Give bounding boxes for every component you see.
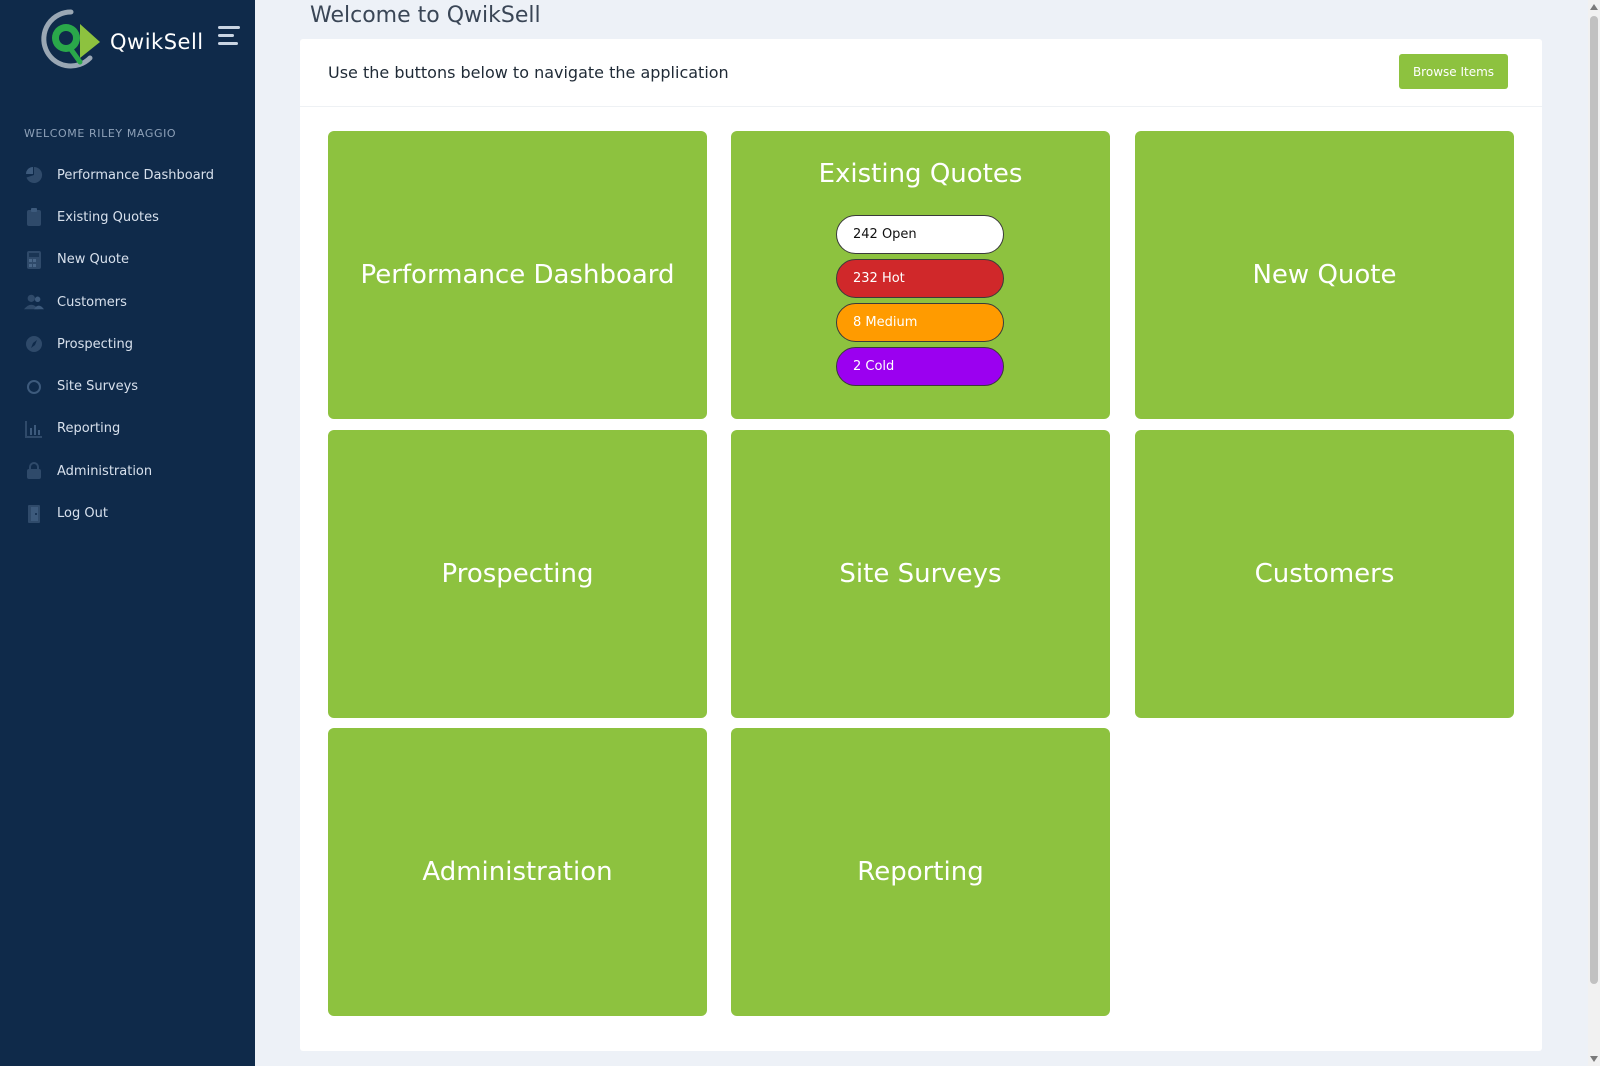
sidebar-nav: Performance Dashboard Existing Quotes Ne… (0, 154, 255, 535)
brand[interactable]: QwikSell (40, 8, 240, 72)
sidebar-item-prospecting[interactable]: Prospecting (0, 323, 255, 365)
welcome-user-label: WELCOME RILEY MAGGIO (24, 127, 177, 140)
tile-site-surveys[interactable]: Site Surveys (731, 430, 1110, 718)
tile-prospecting[interactable]: Prospecting (328, 430, 707, 718)
sidebar-item-label: Performance Dashboard (57, 167, 215, 183)
scroll-down-icon[interactable] (1590, 1056, 1598, 1062)
compass-icon (24, 334, 44, 354)
users-icon (24, 292, 44, 312)
scrollbar-thumb[interactable] (1590, 16, 1598, 984)
tile-label: Existing Quotes (818, 159, 1023, 189)
calculator-icon (24, 250, 44, 270)
page-scrollbar[interactable] (1588, 0, 1600, 1066)
quote-status-cold[interactable]: 2 Cold (836, 347, 1004, 386)
tile-reporting[interactable]: Reporting (731, 728, 1110, 1016)
sidebar-item-label: Administration (57, 463, 153, 479)
sidebar-item-label: Log Out (57, 506, 108, 522)
sidebar-item-reporting[interactable]: Reporting (0, 408, 255, 450)
tile-label: Reporting (857, 857, 984, 887)
sidebar-item-label: New Quote (57, 252, 130, 268)
tile-existing-quotes[interactable]: Existing Quotes 242 Open 232 Hot 8 Mediu… (731, 131, 1110, 419)
tile-customers[interactable]: Customers (1135, 430, 1514, 718)
lock-icon (24, 461, 44, 481)
sidebar-item-administration[interactable]: Administration (0, 450, 255, 492)
clipboard-icon (24, 207, 44, 227)
sidebar-item-new-quote[interactable]: New Quote (0, 239, 255, 281)
sidebar-item-label: Site Surveys (57, 379, 139, 395)
page-title: Welcome to QwikSell (310, 3, 541, 28)
tile-label: Site Surveys (839, 559, 1002, 589)
main-panel: Use the buttons below to navigate the ap… (300, 39, 1542, 1051)
browse-items-button[interactable]: Browse Items (1399, 54, 1508, 89)
scroll-up-icon[interactable] (1590, 4, 1598, 10)
sidebar: QwikSell WELCOME RILEY MAGGIO Performanc… (0, 0, 255, 1066)
sidebar-item-existing-quotes[interactable]: Existing Quotes (0, 196, 255, 238)
quote-status-medium[interactable]: 8 Medium (836, 303, 1004, 342)
quote-status-hot[interactable]: 232 Hot (836, 259, 1004, 298)
instructions-text: Use the buttons below to navigate the ap… (328, 63, 729, 82)
brand-name: QwikSell (110, 30, 204, 54)
sidebar-item-label: Customers (57, 294, 127, 310)
tile-administration[interactable]: Administration (328, 728, 707, 1016)
sidebar-item-label: Existing Quotes (57, 209, 159, 225)
tile-label: Performance Dashboard (360, 260, 675, 290)
sidebar-item-label: Reporting (57, 421, 121, 437)
tile-label: Customers (1254, 559, 1395, 589)
pie-chart-icon (24, 165, 44, 185)
quote-status-open[interactable]: 242 Open (836, 215, 1004, 254)
tile-label: New Quote (1252, 260, 1397, 290)
sidebar-item-customers[interactable]: Customers (0, 281, 255, 323)
sidebar-item-label: Prospecting (57, 336, 133, 352)
tile-performance-dashboard[interactable]: Performance Dashboard (328, 131, 707, 419)
tile-label: Administration (422, 857, 613, 887)
circle-icon (24, 377, 44, 397)
bar-chart-icon (24, 419, 44, 439)
qwiksell-logo-icon (41, 9, 100, 69)
sidebar-item-site-surveys[interactable]: Site Surveys (0, 365, 255, 407)
sidebar-item-log-out[interactable]: Log Out (0, 492, 255, 534)
panel-header: Use the buttons below to navigate the ap… (300, 39, 1542, 107)
sidebar-item-performance-dashboard[interactable]: Performance Dashboard (0, 154, 255, 196)
tile-new-quote[interactable]: New Quote (1135, 131, 1514, 419)
menu-toggle-icon[interactable] (218, 26, 242, 46)
tile-label: Prospecting (441, 559, 594, 589)
door-icon (24, 504, 44, 524)
